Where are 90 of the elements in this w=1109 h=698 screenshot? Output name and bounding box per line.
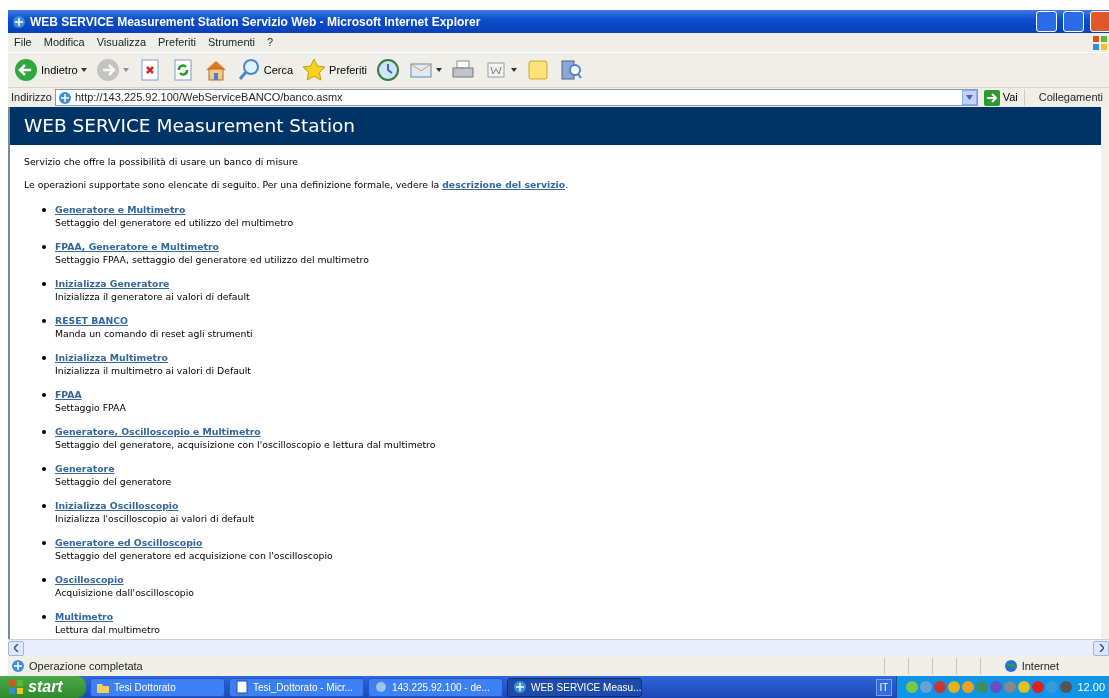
bullet-icon	[42, 504, 46, 508]
caret-icon	[122, 68, 129, 72]
operation-description: Inizializza l'oscilloscopio ai valori di default	[55, 512, 256, 525]
clock-text: 12.00	[1077, 679, 1105, 695]
bullet-icon	[42, 356, 46, 360]
caret-icon	[80, 68, 87, 72]
address-field[interactable]: http://143.225.92.100/WebServiceBANCO/banco.asmx	[54, 89, 978, 106]
address-label: Indirizzo	[11, 90, 52, 106]
bullet-icon	[42, 208, 46, 212]
start-button[interactable]: start	[0, 676, 86, 698]
arrow-left-button[interactable]: Indietro	[11, 56, 90, 84]
history-icon	[375, 58, 400, 82]
window-title: WEB SERVICE Measurement Station Servizio Web - Microsoft Internet Explorer	[30, 13, 482, 31]
maximize-button[interactable]	[1063, 11, 1084, 32]
menu-item[interactable]: Strumenti	[201, 34, 261, 51]
operation-description: Settaggio FPAA	[55, 401, 127, 414]
menu-item[interactable]: Modifica	[37, 34, 91, 51]
bullet-icon	[42, 541, 46, 545]
arrow-right-icon	[95, 58, 120, 82]
menu-item[interactable]: Visualizza	[90, 34, 153, 51]
operation-description: Inizializza il generatore ai valori di default	[55, 290, 251, 303]
operation-link[interactable]: Generatore, Oscilloscopio e Multimetro	[55, 426, 261, 437]
menu-item[interactable]: File	[8, 34, 38, 51]
tray-icons-drawing[interactable]	[905, 679, 1074, 695]
arrow-left-icon	[14, 58, 38, 82]
taskbar-button[interactable]: Tesi_Dottorato - Micr...	[229, 677, 364, 697]
intro-text: Servizio che offre la possibilità di usare un banco di misure	[24, 155, 300, 168]
operation-link[interactable]: RESET BANCO	[55, 315, 128, 326]
bullet-icon	[42, 245, 46, 249]
horizontal-scrollbar[interactable]	[8, 639, 1109, 656]
bullet-icon	[42, 393, 46, 397]
security-zone-text: Internet	[1021, 658, 1059, 674]
description-sentence: Le operazioni supportate sono elencate di seguito. Per una definizione formale, vedere la descrizione del servizio.	[24, 178, 570, 191]
operation-link[interactable]: Inizializza Multimetro	[55, 352, 168, 363]
minimize-button[interactable]	[1036, 11, 1057, 32]
caret-icon	[435, 68, 442, 72]
globe-icon	[1003, 659, 1018, 673]
bullet-icon	[42, 578, 46, 582]
search-icon	[236, 58, 261, 82]
search-button[interactable]: Cerca	[233, 56, 297, 84]
menu-item[interactable]: ?	[261, 34, 280, 51]
links-button[interactable]: Collegamenti	[1023, 89, 1109, 106]
operation-link[interactable]: Inizializza Oscilloscopio	[55, 500, 179, 511]
operation-description: Settaggio del generatore, acquisizione con l'oscilloscopio e lettura dal multimetro	[55, 438, 437, 451]
operation-link[interactable]: Multimetro	[55, 611, 114, 622]
document-icon	[235, 680, 249, 694]
bullet-icon	[42, 430, 46, 434]
operation-link[interactable]: Oscilloscopio	[55, 574, 124, 585]
chevron-right-icon	[1098, 644, 1104, 653]
star-button[interactable]: Preferiti	[299, 56, 370, 84]
bullet-icon	[42, 615, 46, 619]
vertical-scrollbar[interactable]	[1101, 107, 1109, 639]
chevron-left-icon	[13, 644, 19, 653]
taskbar-button[interactable]: Tesi Dottorato	[90, 677, 225, 697]
operation-description: Settaggio del generatore ed utilizzo del multimetro	[55, 216, 295, 229]
page-heading: WEB SERVICE Measurement Station	[10, 107, 1101, 145]
operation-description: Lettura dal multimetro	[55, 623, 162, 636]
bullet-icon	[42, 282, 46, 286]
note-icon	[525, 58, 550, 82]
star-icon	[302, 58, 327, 82]
windows-logo-icon	[1091, 33, 1109, 52]
status-text: Operazione completata	[29, 658, 144, 674]
magnifier-book-icon	[558, 58, 583, 82]
taskbar-button[interactable]: WEB SERVICE Measu...	[507, 677, 642, 697]
caret-icon	[510, 68, 517, 72]
caret-icon	[965, 95, 973, 100]
operation-description: Inizializza il multimetro ai valori di Default	[55, 364, 252, 377]
windows-logo-icon	[8, 679, 24, 695]
operation-link[interactable]: Generatore	[55, 463, 115, 474]
operation-description: Settaggio del generatore ed acquisizione con l'oscilloscopio	[55, 549, 334, 562]
operation-link[interactable]: FPAA	[55, 389, 82, 400]
operation-link[interactable]: FPAA, Generatore e Multimetro	[55, 241, 219, 252]
menu-item[interactable]: Preferiti	[152, 34, 202, 51]
operation-link[interactable]: Inizializza Generatore	[55, 278, 170, 289]
taskbar-button[interactable]: 143.225.92.100 - de...	[368, 677, 503, 697]
arrow-right-icon	[983, 89, 1000, 106]
scroll-right-button[interactable]	[1093, 640, 1109, 656]
operation-link[interactable]: Generatore e Multimetro	[55, 204, 186, 215]
operation-description: Settaggio del generatore	[55, 475, 173, 488]
operation-description: Manda un comando di reset agli strumenti	[55, 327, 254, 340]
operation-description: Acquisizione dall'oscilloscopio	[55, 586, 196, 599]
scroll-left-button[interactable]	[8, 640, 24, 656]
close-button[interactable]	[1090, 11, 1109, 32]
operation-description: Settaggio FPAA, settaggio del generatore ed utilizzo del multimetro	[55, 253, 370, 266]
operation-link[interactable]: Generatore ed Oscilloscopio	[55, 537, 203, 548]
go-button[interactable]: Vai	[980, 87, 1021, 108]
dropdown-button[interactable]	[961, 90, 977, 105]
language-indicator[interactable]: IT	[875, 678, 893, 696]
bullet-icon	[42, 319, 46, 323]
bullet-icon	[42, 467, 46, 471]
